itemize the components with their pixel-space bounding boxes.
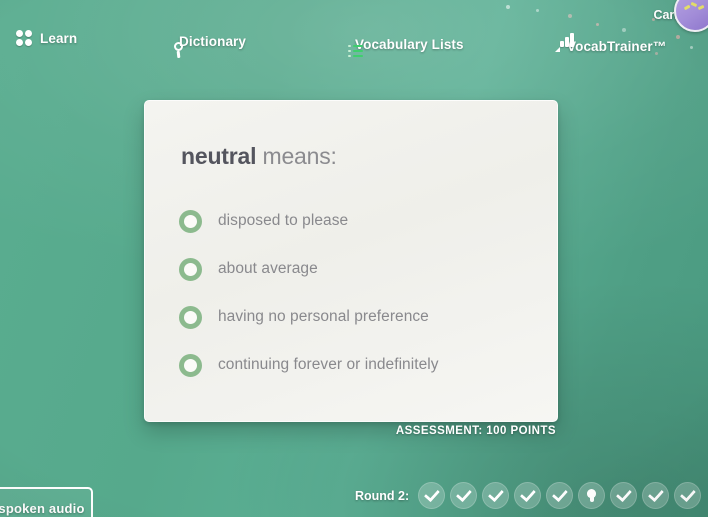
round-pip-correct[interactable] <box>610 482 638 509</box>
radio-icon[interactable] <box>179 257 202 281</box>
four-dots-icon <box>16 30 33 47</box>
check-icon <box>615 485 632 503</box>
question-prompt: neutral means: <box>181 143 337 170</box>
check-icon <box>647 485 664 503</box>
app-stage: Learn Dictionary Vocabulary Lists VocabT… <box>0 0 708 517</box>
answer-choice-label: about average <box>218 260 318 277</box>
check-icon <box>519 485 536 503</box>
round-label: Round 2: <box>355 488 410 503</box>
check-icon <box>455 485 472 503</box>
nav-item-learn[interactable]: Learn <box>16 30 77 47</box>
top-navigation: Learn Dictionary Vocabulary Lists VocabT… <box>0 0 708 70</box>
round-pip-correct[interactable] <box>674 482 702 509</box>
answer-choices: disposed to please about average having … <box>179 197 537 389</box>
nav-item-label: Learn <box>40 31 78 46</box>
check-icon <box>551 485 568 503</box>
round-pip-correct[interactable] <box>482 482 510 509</box>
round-pip-correct[interactable] <box>642 482 670 509</box>
nav-item-vocabtrainer[interactable]: VocabTrainer™ <box>555 32 667 54</box>
round-pip-correct[interactable] <box>546 482 574 509</box>
answer-choice[interactable]: about average <box>179 245 537 293</box>
question-prompt-suffix: means: <box>256 143 337 169</box>
nav-item-label: Vocabulary Lists <box>355 37 464 52</box>
avatar[interactable] <box>674 0 708 32</box>
check-icon <box>423 485 440 503</box>
answer-choice[interactable]: disposed to please <box>179 197 537 245</box>
answer-choice[interactable]: continuing forever or indefinitely <box>179 341 537 389</box>
check-icon <box>487 485 504 503</box>
answer-choice-label: disposed to please <box>218 212 349 229</box>
spoken-audio-label: spoken audio <box>0 501 85 516</box>
nav-item-dictionary[interactable]: Dictionary <box>172 34 247 58</box>
nav-item-label: VocabTrainer™ <box>567 39 667 54</box>
radio-icon[interactable] <box>179 353 202 377</box>
round-pip-correct[interactable] <box>514 482 542 509</box>
answer-choice-label: having no personal preference <box>218 308 429 325</box>
question-term: neutral <box>181 143 257 169</box>
user-area[interactable]: Carly S. <box>653 0 708 32</box>
answer-choice[interactable]: having no personal preference <box>179 293 537 341</box>
radio-icon[interactable] <box>179 209 202 233</box>
answer-choice-label: continuing forever or indefinitely <box>218 356 439 373</box>
nav-item-vocabulary-lists[interactable]: Vocabulary Lists <box>348 37 464 58</box>
round-progress-bar: Round 2: <box>355 482 702 509</box>
round-pip-correct[interactable] <box>418 482 446 509</box>
assessment-points-label: ASSESSMENT: 100 POINTS <box>395 425 556 437</box>
check-icon <box>679 485 696 503</box>
nav-item-label: Dictionary <box>179 34 247 49</box>
round-pip-hint[interactable] <box>578 482 606 509</box>
question-card: neutral means: disposed to please about … <box>144 100 558 422</box>
round-pip-correct[interactable] <box>450 482 478 509</box>
lightbulb-icon <box>587 488 597 503</box>
spoken-audio-button[interactable]: spoken audio <box>0 487 93 517</box>
radio-icon[interactable] <box>179 305 202 329</box>
